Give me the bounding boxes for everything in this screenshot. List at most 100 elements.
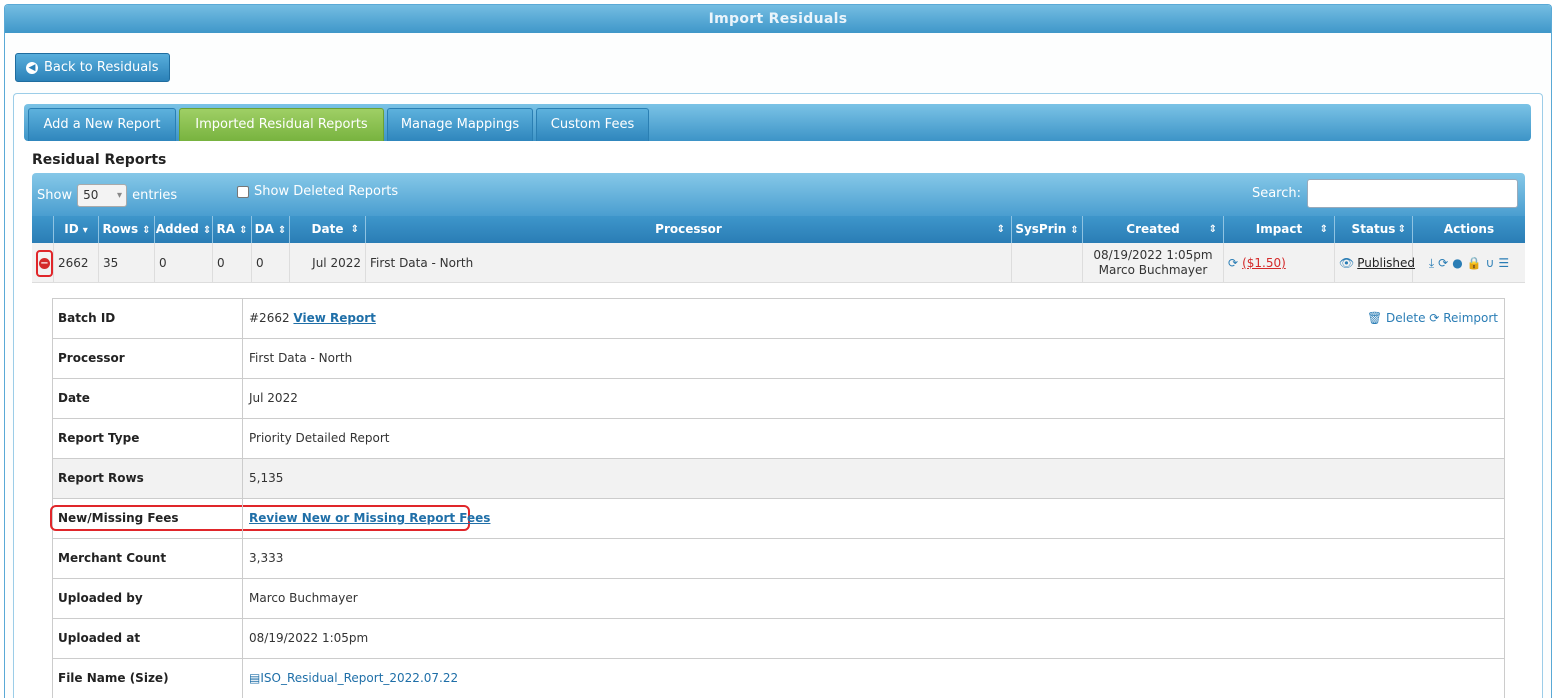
detail-row-processor: Processor First Data - North (53, 339, 1505, 379)
detail-row-report-rows: Report Rows 5,135 (53, 459, 1505, 499)
impact-link[interactable]: ($1.50) (1242, 256, 1286, 270)
detail-label: Merchant Count (53, 539, 243, 578)
detail-row-new-missing-fees: New/Missing Fees Review New or Missing R… (50, 499, 1505, 539)
show-deleted-label: Show Deleted Reports (254, 184, 399, 199)
back-button-label: Back to Residuals (44, 60, 159, 75)
detail-row-report-type: Report Type Priority Detailed Report (53, 419, 1505, 459)
sort-icon: ⇕ (1070, 225, 1079, 236)
cell-id: 2662 (54, 243, 99, 283)
tab-manage-mappings[interactable]: Manage Mappings (387, 108, 533, 141)
header-rows[interactable]: Rows ⇕ (99, 216, 155, 243)
header-da[interactable]: DA ⇕ (252, 216, 290, 243)
reimport-link[interactable]: Reimport (1443, 311, 1498, 325)
review-fees-link[interactable]: Review New or Missing Report Fees (249, 511, 490, 525)
tab-custom-fees[interactable]: Custom Fees (536, 108, 649, 141)
header-added[interactable]: Added ⇕ (155, 216, 213, 243)
view-report-link[interactable]: View Report (293, 311, 375, 325)
sort-icon: ⇕ (277, 225, 287, 236)
tab-imported-residual-reports[interactable]: Imported Residual Reports (179, 108, 384, 141)
header-label: Created (1126, 222, 1180, 236)
detail-value: Priority Detailed Report (249, 431, 390, 445)
lock-icon[interactable]: 🔒 (1467, 256, 1482, 270)
tab-label: Manage Mappings (400, 117, 520, 132)
detail-value: Marco Buchmayer (249, 591, 358, 605)
minus-circle-icon: − (39, 257, 50, 269)
detail-value: First Data - North (249, 351, 353, 365)
header-label: Date (311, 222, 344, 236)
header-label: Status (1351, 222, 1396, 236)
collapse-row-button[interactable]: − (36, 249, 53, 277)
search-label: Search: (1251, 186, 1301, 201)
detail-label: Date (53, 379, 243, 418)
show-deleted-checkbox[interactable] (237, 185, 249, 198)
back-to-residuals-button[interactable]: ◀ Back to Residuals (15, 53, 170, 82)
refresh-icon[interactable]: ⟳ (1228, 256, 1238, 270)
header-impact[interactable]: Impact ⇕ (1224, 216, 1335, 243)
tab-label: Imported Residual Reports (195, 117, 368, 132)
detail-value: 08/19/2022 1:05pm (249, 631, 369, 645)
detail-label: Processor (53, 339, 243, 378)
created-by: Marco Buchmayer (1098, 263, 1208, 277)
tab-add-new-report[interactable]: Add a New Report (28, 108, 176, 141)
detail-label: Uploaded by (53, 579, 243, 618)
header-ra[interactable]: RA ⇕ (213, 216, 252, 243)
batch-actions: 🗑 Delete ⟳ Reimport (1367, 299, 1498, 338)
reports-panel: Add a New Report Imported Residual Repor… (13, 93, 1543, 698)
header-processor[interactable]: Processor ⇕ (366, 216, 1012, 243)
entries-select[interactable]: 50 (77, 184, 128, 207)
download-icon[interactable]: ⤓ (1429, 256, 1434, 271)
detail-row-date: Date Jul 2022 (53, 379, 1505, 419)
section-title: Residual Reports (32, 152, 167, 168)
batch-id-value: #2662 (249, 311, 290, 325)
grid-toolbar: Show 50 entries Show Deleted Reports Sea… (32, 173, 1525, 216)
show-deleted-control: Show Deleted Reports (237, 184, 398, 199)
header-label: ID (64, 222, 79, 236)
table-row[interactable]: − 2662 35 0 0 0 Jul 2022 First Data - No… (32, 243, 1525, 283)
header-label: Rows (102, 222, 139, 236)
magnet-icon[interactable]: ∪ (1486, 256, 1495, 270)
sort-icon: ⇕ (239, 225, 248, 236)
trash-icon: 🗑 (1366, 311, 1383, 325)
header-id[interactable]: ID ▾ (54, 216, 99, 243)
detail-value: Review New or Missing Report Fees (249, 499, 490, 538)
cell-actions: ⤓ ⟳ ● 🔒 ∪ ☰ (1413, 243, 1525, 283)
status-link[interactable]: Published (1357, 256, 1415, 270)
detail-value: ▤ISO_Residual_Report_2022.07.22 (249, 659, 458, 698)
eye-icon: 👁 (1339, 256, 1355, 270)
header-label: DA (254, 222, 274, 236)
file-name-link[interactable]: ISO_Residual_Report_2022.07.22 (260, 671, 458, 685)
table-header: ID ▾ Rows ⇕ Added ⇕ RA ⇕ DA ⇕ Date ⇕ Processor… (32, 216, 1525, 243)
sort-icon: ⇕ (142, 225, 151, 236)
detail-label: New/Missing Fees (53, 499, 243, 538)
detail-row-file-name: File Name (Size) ▤ISO_Residual_Report_20… (53, 659, 1505, 698)
detail-value: #2662 View Report (249, 299, 376, 338)
window-title: Import Residuals (5, 5, 1551, 33)
import-residuals-window: Import Residuals ◀ Back to Residuals Add… (4, 4, 1552, 698)
sort-icon: ⇕ (996, 224, 1005, 235)
entries-control: Show 50 entries (37, 184, 177, 207)
search-input[interactable] (1307, 179, 1518, 208)
show-label: Show (37, 188, 73, 203)
header-created[interactable]: Created ⇕ (1083, 216, 1224, 243)
detail-label: Report Rows (53, 459, 243, 498)
tab-label: Custom Fees (550, 117, 635, 132)
detail-row-batch-id: Batch ID #2662 View Report 🗑 Delete ⟳ Re… (53, 299, 1505, 339)
detail-value: 3,333 (249, 551, 284, 565)
cell-added: 0 (155, 243, 213, 283)
header-date[interactable]: Date ⇕ (290, 216, 366, 243)
detail-row-uploaded-at: Uploaded at 08/19/2022 1:05pm (53, 619, 1505, 659)
header-label: Added (155, 222, 199, 236)
header-sysprin[interactable]: SysPrin ⇕ (1012, 216, 1083, 243)
detail-row-uploaded-by: Uploaded by Marco Buchmayer (53, 579, 1505, 619)
delete-link[interactable]: Delete (1386, 311, 1425, 325)
search-control: Search: (1252, 179, 1518, 208)
refresh-icon[interactable]: ⟳ (1438, 256, 1448, 270)
comment-icon[interactable]: ● (1452, 256, 1462, 270)
reload-icon: ⟳ (1429, 311, 1440, 325)
sort-icon: ⇕ (1208, 224, 1217, 235)
header-status[interactable]: Status ⇕ (1335, 216, 1413, 243)
list-icon[interactable]: ☰ (1498, 256, 1509, 270)
sort-icon: ⇕ (202, 225, 212, 236)
header-label: Actions (1443, 222, 1495, 236)
header-label: RA (216, 222, 236, 236)
